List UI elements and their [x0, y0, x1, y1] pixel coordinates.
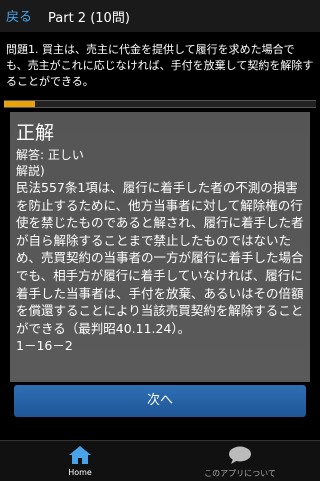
explanation-label: 解説): [16, 164, 45, 178]
tab-home-label: Home: [68, 468, 92, 477]
answer-panel: 正解 解答: 正しい 解説) 民法557条1項は、履行に着手した者の不測の損害を…: [10, 112, 310, 382]
progress-fill: [4, 101, 36, 107]
explanation-text: 民法557条1項は、履行に着手した者の不測の損害を防止するために、他方当事者に対…: [16, 180, 304, 354]
correct-answer: 解答: 正しい: [16, 148, 84, 162]
home-icon: [69, 446, 91, 464]
page-title: Part 2 (10問): [48, 11, 130, 26]
top-bar: 戻る Part 2 (10問): [0, 0, 320, 32]
result-verdict: 正解: [16, 122, 55, 144]
back-button[interactable]: 戻る: [6, 6, 32, 25]
tab-about-label: このアプリについて: [204, 469, 276, 478]
bottom-tab-bar: Home このアプリについて: [0, 440, 320, 481]
next-button[interactable]: 次へ: [14, 385, 306, 417]
speech-bubble-icon: [229, 446, 251, 464]
tab-home[interactable]: Home: [0, 441, 160, 481]
tab-about[interactable]: このアプリについて: [160, 441, 320, 481]
question-text: 問題1. 買主は、売主に代金を提供して履行を求めた場合でも、売主がこれに応じなけ…: [6, 43, 314, 88]
progress-bar: [4, 100, 316, 108]
